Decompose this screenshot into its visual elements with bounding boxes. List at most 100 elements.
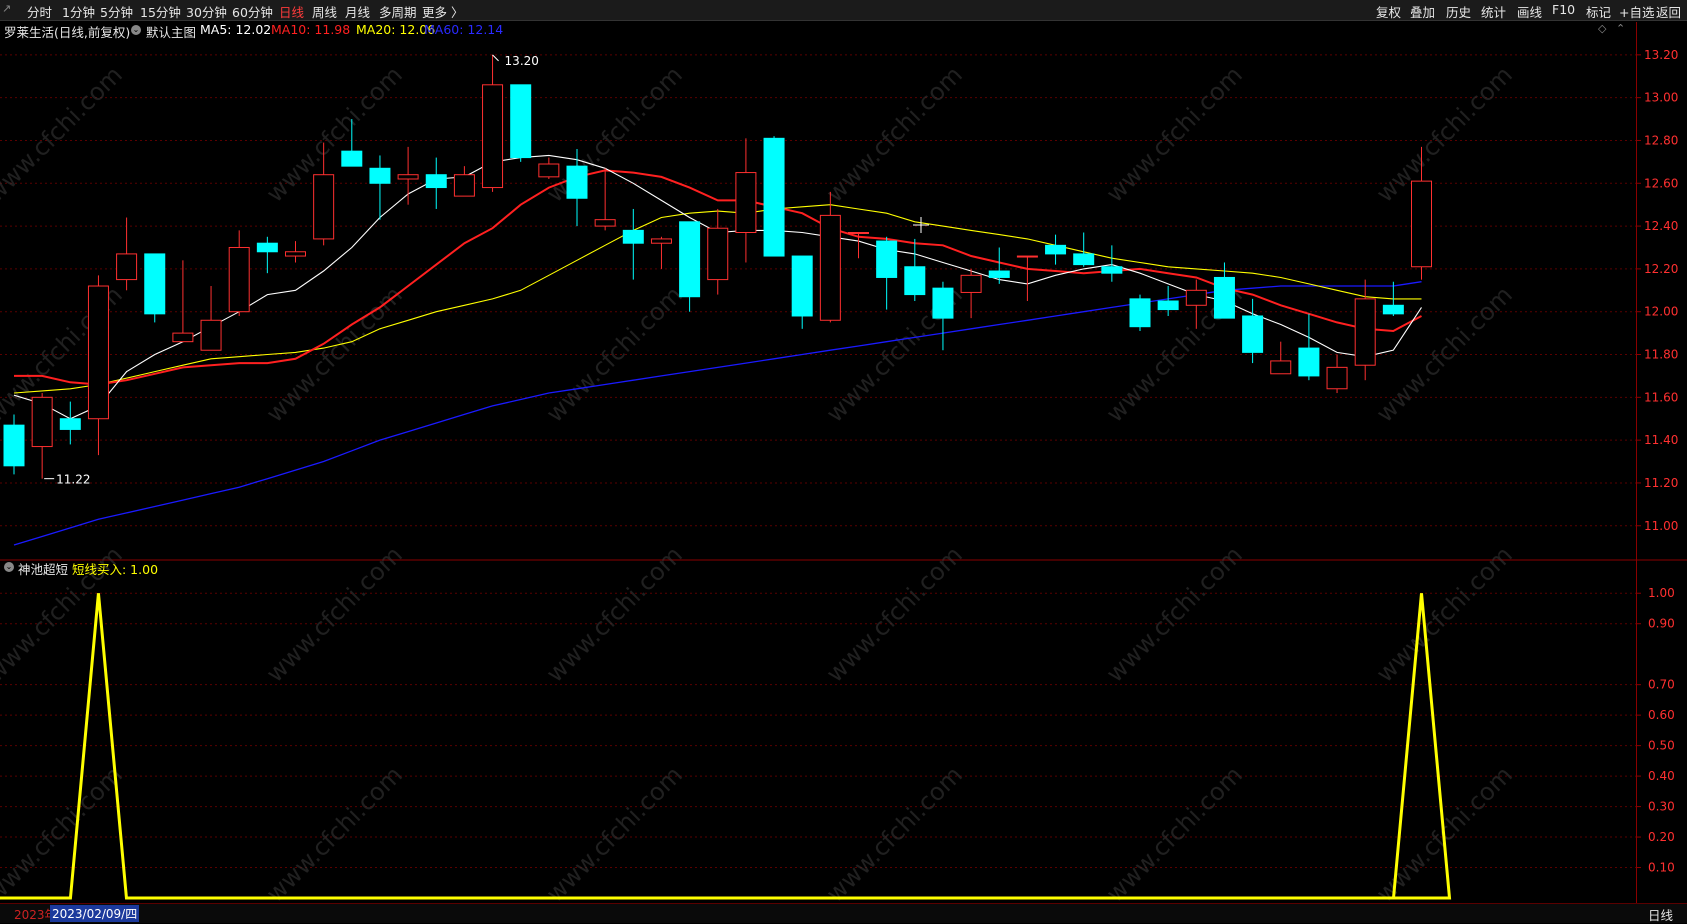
signal-value: 短线买入: 1.00 xyxy=(72,562,159,577)
candle-up xyxy=(1016,255,1038,258)
watermark-text: www.cfchi.com xyxy=(541,61,688,208)
history-button[interactable]: 历史 xyxy=(1446,2,1471,21)
period-indicator-button[interactable]: 日线 xyxy=(1648,905,1673,924)
expand-up-icon[interactable]: ⌃ xyxy=(1616,22,1625,35)
watermark-text: www.cfchi.com xyxy=(261,541,408,688)
mark-button[interactable]: 标记 xyxy=(1586,2,1611,21)
main-tick-label: 12.40 xyxy=(1644,219,1678,233)
date-axis-bar: 2023年 2023/02/09/四 日线 xyxy=(0,903,1687,923)
sub-tick-label: 0.20 xyxy=(1648,830,1675,844)
candle-down xyxy=(1129,298,1151,328)
watermark-text: www.cfchi.com xyxy=(821,61,968,208)
main-tick-label: 12.00 xyxy=(1644,305,1678,319)
candle-down xyxy=(256,242,278,253)
draw-line-button[interactable]: 画线 xyxy=(1517,2,1542,21)
tab-60min[interactable]: 60分钟 xyxy=(232,2,273,21)
watermark-text: www.cfchi.com xyxy=(1371,61,1518,208)
candle-up xyxy=(200,319,222,351)
selected-date-label: 2023/02/09/四 xyxy=(50,905,140,922)
kline-chart[interactable]: 13.20 13.00 12.80 12.60 12.40 12.20 12.00 11.80… xyxy=(0,0,1687,922)
candle-down xyxy=(791,255,813,317)
candle-down xyxy=(622,229,644,244)
candle-up xyxy=(172,332,194,343)
candle-up xyxy=(482,84,504,189)
main-tick-label: 11.60 xyxy=(1644,390,1678,404)
candle-down xyxy=(763,137,785,257)
tab-multi-period[interactable]: 多周期 xyxy=(379,2,417,21)
candle-down xyxy=(1045,244,1067,255)
tab-monthly[interactable]: 月线 xyxy=(345,2,370,21)
back-button[interactable]: 返回 xyxy=(1656,2,1681,21)
watermark-text: www.cfchi.com xyxy=(1101,541,1248,688)
diamond-icon[interactable]: ◇ xyxy=(1598,22,1606,35)
ma5-value: MA5: 12.02 xyxy=(200,22,272,37)
candle-down xyxy=(679,221,701,298)
watermark-text: www.cfchi.com xyxy=(541,761,688,908)
statistics-button[interactable]: 统计 xyxy=(1481,2,1506,21)
tab-intraday[interactable]: 分时 xyxy=(27,2,52,21)
indicator-name[interactable]: 神池超短 xyxy=(18,559,68,578)
main-tick-label: 11.80 xyxy=(1644,348,1678,362)
stock-name[interactable]: 罗莱生活(日线,前复权) xyxy=(4,22,130,41)
candle-down xyxy=(510,84,532,159)
candle-up xyxy=(397,174,419,180)
tab-weekly[interactable]: 周线 xyxy=(312,2,337,21)
candle-up xyxy=(1185,289,1207,306)
signal-line xyxy=(0,593,1452,900)
tab-15min[interactable]: 15分钟 xyxy=(140,2,181,21)
tab-1min[interactable]: 1分钟 xyxy=(62,2,95,21)
main-tick-label: 11.40 xyxy=(1644,433,1678,447)
period-toolbar: ↗ 分时 1分钟 5分钟 15分钟 30分钟 60分钟 日线 周线 月线 多周期… xyxy=(0,0,1687,21)
candle-down xyxy=(932,287,954,319)
candle-down xyxy=(144,253,166,315)
candle-up xyxy=(87,285,109,420)
overlay-button[interactable]: 叠加 xyxy=(1410,2,1435,21)
low-price-label: 11.22 xyxy=(56,473,90,487)
main-tick-label: 11.00 xyxy=(1644,519,1678,533)
candle-down xyxy=(1073,253,1095,266)
watermark-text: www.cfchi.com xyxy=(0,61,128,208)
f10-button[interactable]: F10 xyxy=(1552,2,1575,17)
watermark-text: www.cfchi.com xyxy=(1371,541,1518,688)
main-tick-label: 12.60 xyxy=(1644,176,1678,190)
tab-more[interactable]: 更多 〉 xyxy=(422,2,463,21)
candle-up xyxy=(116,253,138,281)
candle-up xyxy=(650,238,672,244)
sub-tick-label: 0.40 xyxy=(1648,769,1675,783)
candle-up xyxy=(848,232,869,235)
candle-down xyxy=(1382,304,1404,315)
candle-down xyxy=(1242,315,1264,353)
sub-tick-label: 0.30 xyxy=(1648,800,1675,814)
candle-up xyxy=(313,174,335,240)
candle-up xyxy=(453,174,475,197)
watermark-text: www.cfchi.com xyxy=(0,761,128,908)
candle-down xyxy=(59,418,81,430)
candle-up xyxy=(707,227,729,281)
candle-up xyxy=(1411,180,1432,268)
add-watchlist-button[interactable]: +自选 xyxy=(1619,2,1654,21)
tab-30min[interactable]: 30分钟 xyxy=(186,2,227,21)
candle-up xyxy=(594,219,616,227)
watermark-text: www.cfchi.com xyxy=(541,541,688,688)
candle-up xyxy=(1270,360,1292,375)
candle-up xyxy=(538,163,560,178)
watermark-text: www.cfchi.com xyxy=(261,61,408,208)
candle-up xyxy=(819,214,841,321)
sub-tick-label: 0.60 xyxy=(1648,708,1675,722)
tab-daily[interactable]: 日线 xyxy=(279,2,304,21)
candle-down xyxy=(425,174,447,189)
candle-up xyxy=(960,274,982,293)
tab-5min[interactable]: 5分钟 xyxy=(100,2,133,21)
watermark-text: www.cfchi.com xyxy=(1101,61,1248,208)
candle-down xyxy=(1157,300,1179,311)
watermark-text: www.cfchi.com xyxy=(261,761,408,908)
main-tick-label: 11.20 xyxy=(1644,476,1678,490)
sub-tick-label: 0.10 xyxy=(1648,861,1675,875)
candle-down xyxy=(904,266,926,296)
sub-tick-label: 0.50 xyxy=(1648,739,1675,753)
chart-name[interactable]: 默认主图 xyxy=(146,22,196,41)
window-corner-icon[interactable]: ↗ xyxy=(2,2,11,15)
candle-down xyxy=(566,165,588,199)
candle-up xyxy=(228,246,250,313)
adjust-price-button[interactable]: 复权 xyxy=(1376,2,1401,21)
